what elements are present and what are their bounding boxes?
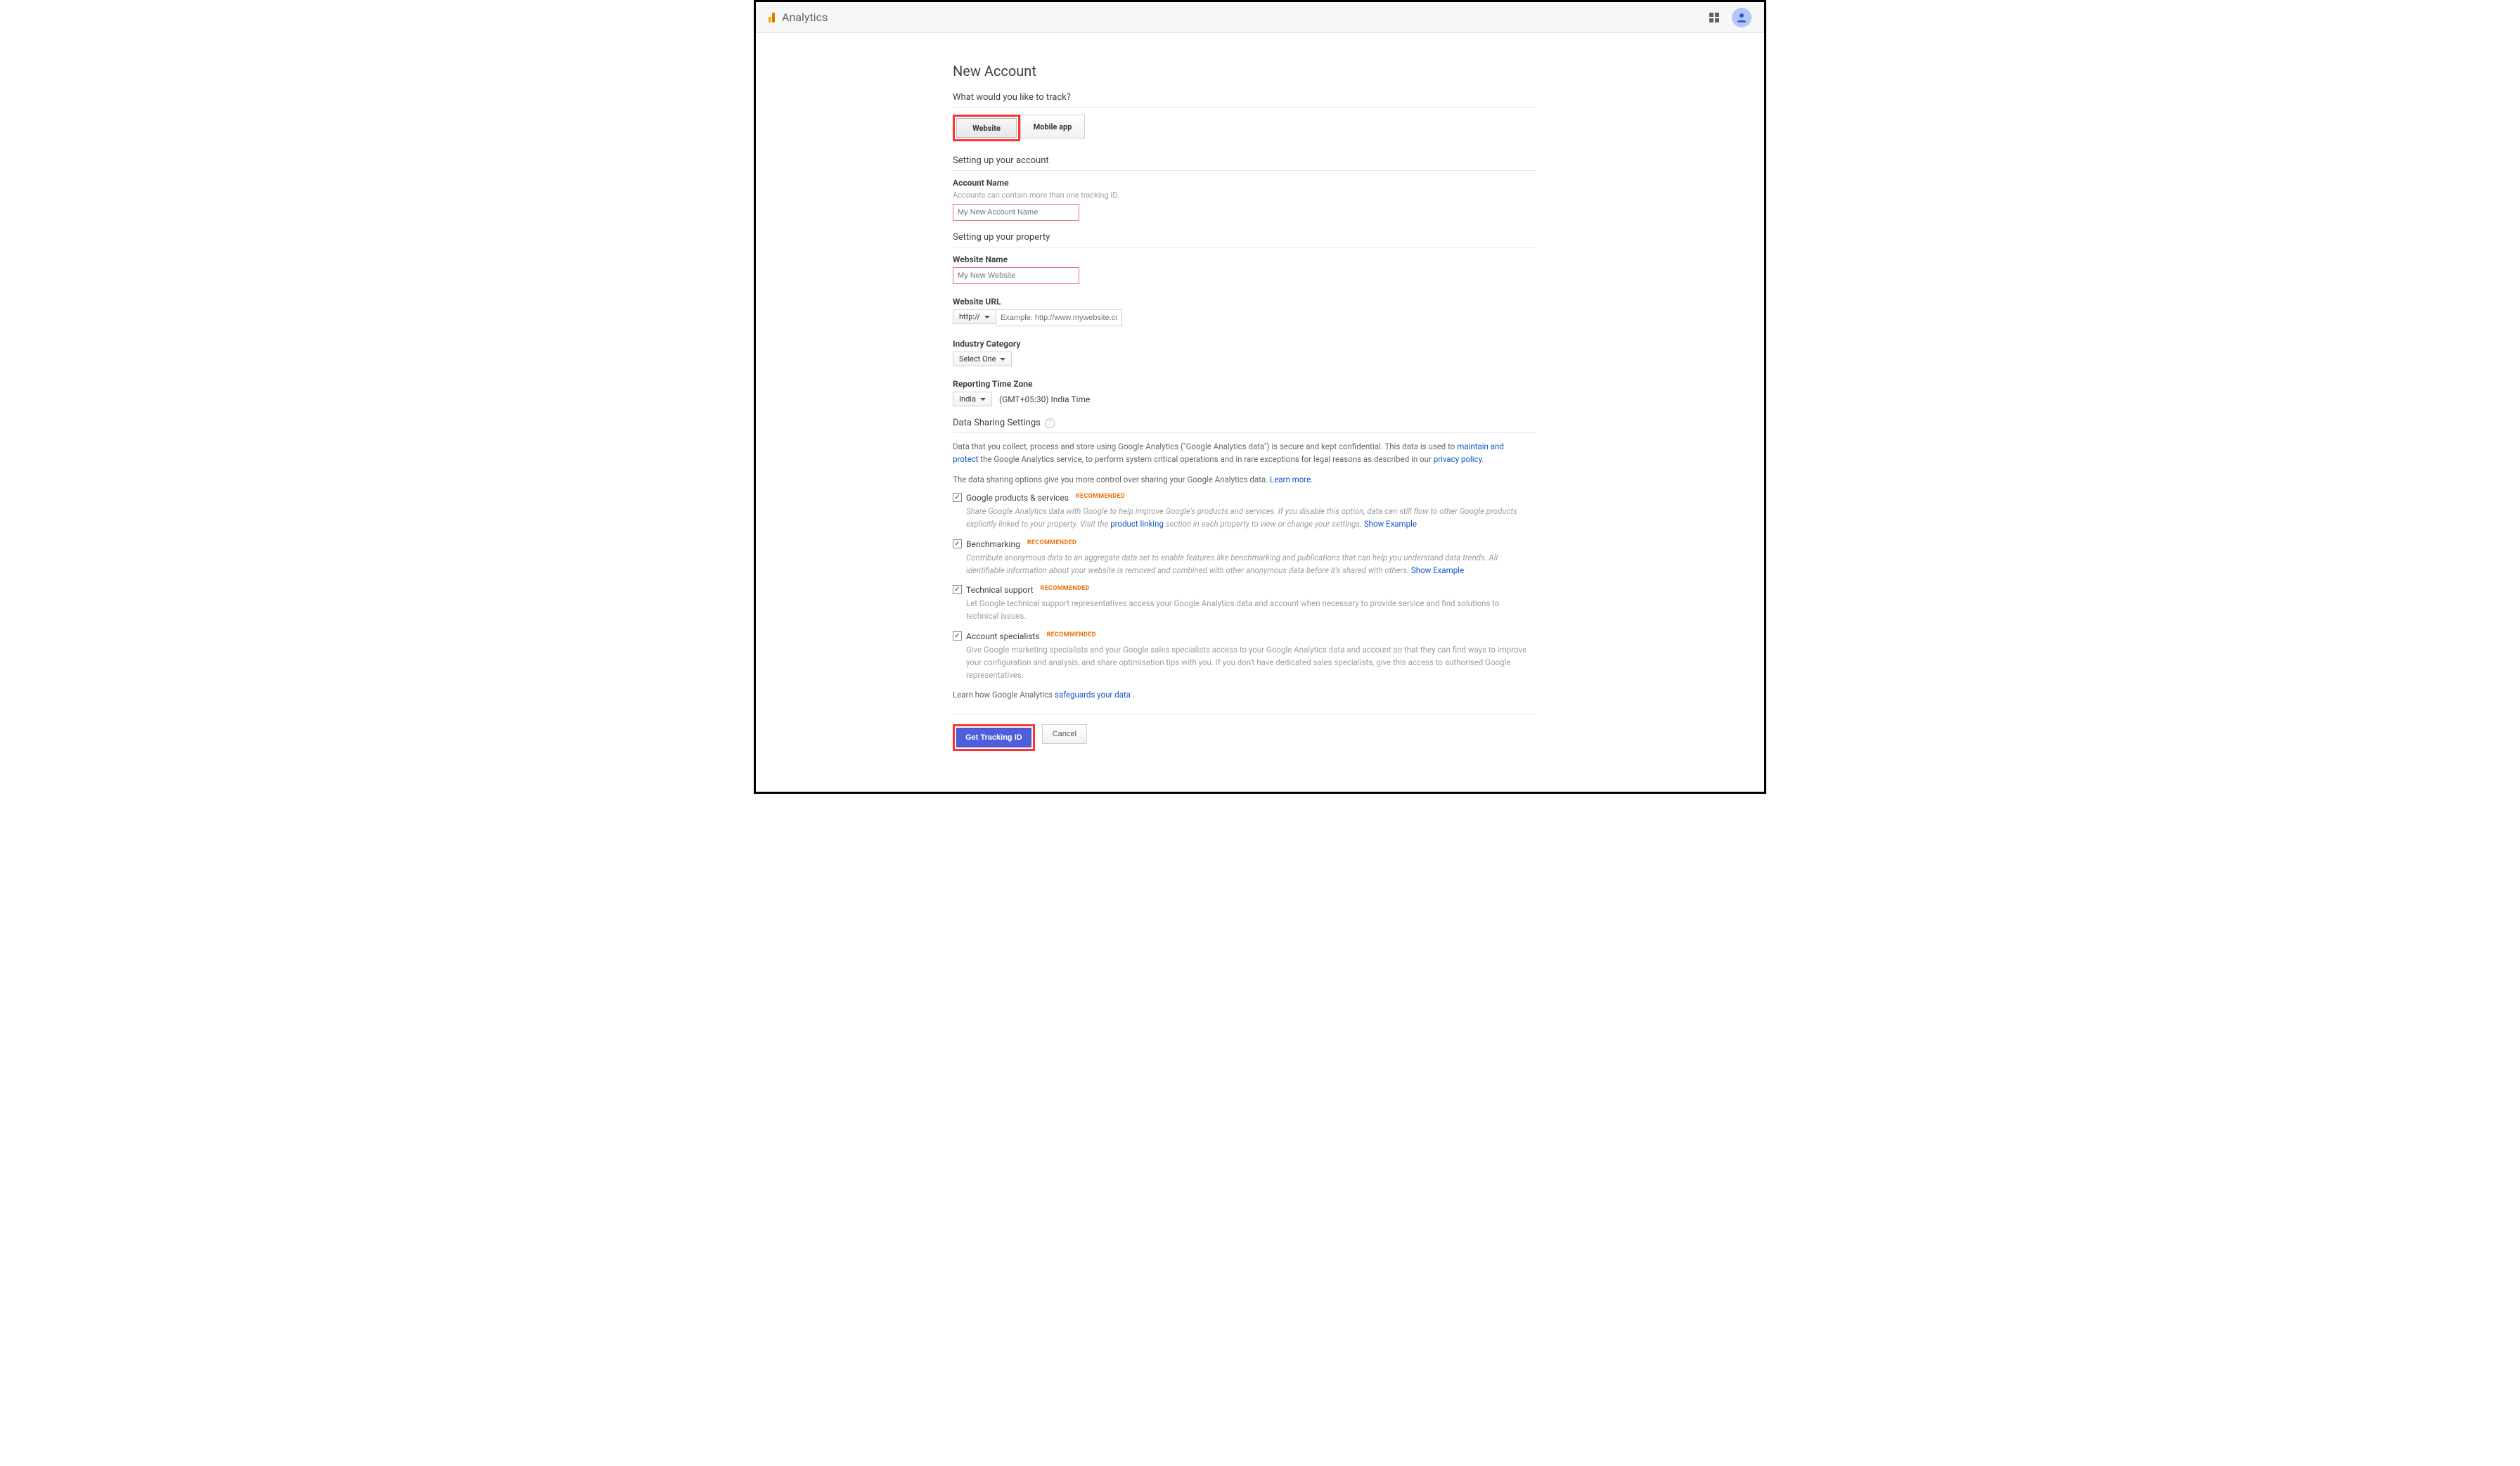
- new-account-form: New Account What would you like to track…: [953, 33, 1557, 792]
- checkbox-benchmarking-label: Benchmarking: [966, 539, 1020, 549]
- timezone-country-value: India: [959, 394, 976, 404]
- website-url-label: Website URL: [953, 297, 1557, 307]
- account-name-input[interactable]: [953, 204, 1079, 221]
- checkbox-technical-support[interactable]: ✓: [953, 585, 962, 594]
- product-linking-link[interactable]: product linking: [1110, 519, 1164, 529]
- data-sharing-paragraph-2: The data sharing options give you more c…: [953, 473, 1529, 486]
- learn-more-link[interactable]: Learn more.: [1270, 475, 1313, 484]
- safeguards-data-link[interactable]: safeguards your data: [1055, 690, 1131, 700]
- show-example-link-1[interactable]: Show Example: [1364, 519, 1417, 529]
- page-title: New Account: [953, 63, 1557, 79]
- url-scheme-value: http://: [959, 312, 980, 321]
- chevron-down-icon: [1000, 358, 1005, 361]
- website-name-input[interactable]: [953, 267, 1079, 284]
- timezone-label: Reporting Time Zone: [953, 379, 1557, 389]
- checkbox-technical-support-desc: Let Google technical support representat…: [966, 598, 1529, 623]
- website-url-input[interactable]: [996, 309, 1122, 326]
- section-setting-up-account: Setting up your account: [953, 155, 1536, 171]
- track-question: What would you like to track?: [953, 92, 1536, 108]
- checkbox-account-specialists-desc: Give Google marketing specialists and yo…: [966, 644, 1529, 681]
- industry-category-dropdown[interactable]: Select One: [953, 352, 1012, 366]
- cancel-button[interactable]: Cancel: [1042, 724, 1087, 744]
- track-tabs: Website Mobile app: [953, 115, 1557, 141]
- checkbox-technical-support-label: Technical support: [966, 585, 1034, 595]
- product-title: Analytics: [782, 11, 828, 24]
- account-name-label: Account Name: [953, 178, 1557, 188]
- account-name-hint: Accounts can contain more than one track…: [953, 191, 1557, 200]
- app-header: Analytics: [756, 2, 1764, 33]
- safeguard-line: Learn how Google Analytics safeguards yo…: [953, 690, 1557, 700]
- user-avatar[interactable]: [1732, 8, 1751, 27]
- privacy-policy-link[interactable]: privacy policy: [1434, 454, 1482, 464]
- checkbox-account-specialists[interactable]: ✓: [953, 631, 962, 641]
- chevron-down-icon: [980, 398, 986, 401]
- section-data-sharing: Data Sharing Settings ?: [953, 418, 1536, 433]
- checkbox-google-products-label: Google products & services: [966, 493, 1069, 503]
- data-sharing-title: Data Sharing Settings: [953, 418, 1041, 428]
- apps-grid-icon[interactable]: [1709, 13, 1719, 22]
- checkbox-benchmarking-desc: Contribute anonymous data to an aggregat…: [966, 552, 1529, 577]
- form-footer: Get Tracking ID Cancel: [953, 714, 1536, 764]
- highlight-get-tracking-id: Get Tracking ID: [953, 724, 1035, 751]
- recommended-badge: RECOMMENDED: [1027, 539, 1076, 546]
- section-setting-up-property: Setting up your property: [953, 232, 1536, 247]
- industry-category-value: Select One: [959, 354, 996, 364]
- show-example-link-2[interactable]: Show Example: [1411, 565, 1464, 575]
- url-scheme-dropdown[interactable]: http://: [953, 309, 996, 324]
- tab-mobile-app[interactable]: Mobile app: [1020, 115, 1085, 139]
- website-name-label: Website Name: [953, 255, 1557, 264]
- header-right: [1709, 8, 1751, 27]
- checkbox-google-products-desc: Share Google Analytics data with Google …: [966, 506, 1529, 531]
- tab-website[interactable]: Website: [956, 118, 1017, 138]
- checkbox-account-specialists-label: Account specialists: [966, 631, 1040, 641]
- industry-category-label: Industry Category: [953, 339, 1557, 349]
- checkbox-benchmarking[interactable]: ✓: [953, 539, 962, 548]
- timezone-country-dropdown[interactable]: India: [953, 392, 992, 406]
- get-tracking-id-button[interactable]: Get Tracking ID: [956, 728, 1031, 747]
- analytics-logo-icon: [769, 13, 775, 22]
- timezone-value: (GMT+05:30) India Time: [999, 394, 1090, 404]
- data-sharing-paragraph-1: Data that you collect, process and store…: [953, 440, 1529, 466]
- chevron-down-icon: [984, 316, 990, 319]
- recommended-badge: RECOMMENDED: [1047, 631, 1096, 638]
- help-icon[interactable]: ?: [1045, 418, 1055, 428]
- header-left: Analytics: [769, 11, 828, 24]
- recommended-badge: RECOMMENDED: [1076, 493, 1125, 500]
- highlight-website-tab: Website: [953, 115, 1020, 141]
- recommended-badge: RECOMMENDED: [1041, 585, 1090, 592]
- checkbox-google-products[interactable]: ✓: [953, 493, 962, 502]
